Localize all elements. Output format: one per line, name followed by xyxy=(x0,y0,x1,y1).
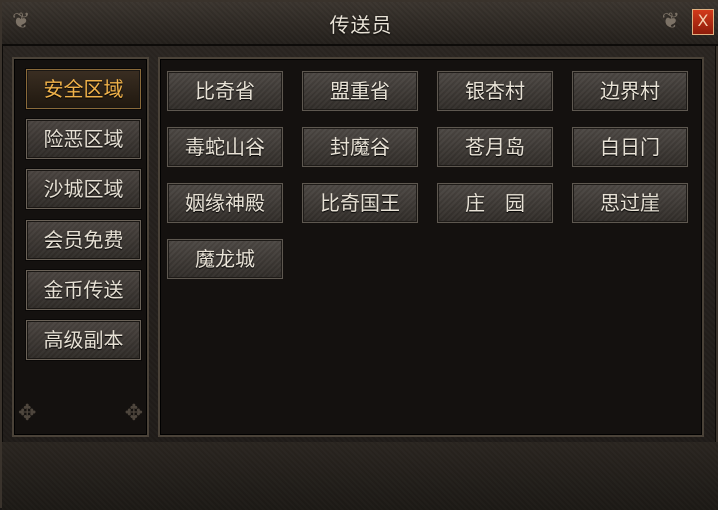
destination-label: 庄 园 xyxy=(465,191,525,215)
destination-label: 银杏村 xyxy=(465,79,525,103)
destination-label: 姻缘神殿 xyxy=(185,191,265,215)
corner-ornament-icon: ✥ xyxy=(124,401,143,426)
scroll-ornament-right-icon: ❦ xyxy=(661,9,680,34)
category-safe-zone-button[interactable]: 安全区域 xyxy=(26,69,141,109)
destination-label: 盟重省 xyxy=(330,79,390,103)
destination-button[interactable]: 盟重省 xyxy=(302,71,418,111)
category-label: 安全区域 xyxy=(43,77,124,101)
destination-label: 比奇国王 xyxy=(320,191,400,215)
destination-button[interactable]: 庄 园 xyxy=(437,183,553,223)
destination-button[interactable]: 毒蛇山谷 xyxy=(167,127,283,167)
destination-button[interactable]: 姻缘神殿 xyxy=(167,183,283,223)
category-label: 险恶区域 xyxy=(43,127,124,151)
category-sand-city-button[interactable]: 沙城区域 xyxy=(26,169,141,209)
destination-label: 毒蛇山谷 xyxy=(185,135,265,159)
corner-ornament-icon: ✥ xyxy=(18,401,37,426)
destination-label: 魔龙城 xyxy=(195,247,255,271)
teleporter-window: ❦ 传送员 ❦ X 安全区域 险恶区域 沙城区域 会员免费 金币传送 高级副本 … xyxy=(0,0,718,510)
destination-label: 比奇省 xyxy=(195,79,255,103)
destination-panel: 比奇省 盟重省 银杏村 边界村 毒蛇山谷 封魔谷 苍月岛 白日门 姻缘神殿 比奇… xyxy=(158,57,704,437)
title-bar[interactable]: ❦ 传送员 ❦ X xyxy=(2,2,718,46)
category-gold-teleport-button[interactable]: 金币传送 xyxy=(26,270,141,310)
category-advanced-dungeon-button[interactable]: 高级副本 xyxy=(26,320,141,360)
close-button[interactable]: X xyxy=(692,9,714,35)
category-member-free-button[interactable]: 会员免费 xyxy=(26,220,141,260)
destination-button[interactable]: 银杏村 xyxy=(437,71,553,111)
destination-button[interactable]: 白日门 xyxy=(572,127,688,167)
category-label: 高级副本 xyxy=(43,328,124,352)
destination-button[interactable]: 封魔谷 xyxy=(302,127,418,167)
bottom-frame xyxy=(2,442,718,510)
destination-label: 封魔谷 xyxy=(330,135,390,159)
category-panel: 安全区域 险恶区域 沙城区域 会员免费 金币传送 高级副本 ✥ ✥ xyxy=(12,57,149,437)
category-dangerous-zone-button[interactable]: 险恶区域 xyxy=(26,119,141,159)
destination-label: 白日门 xyxy=(600,135,660,159)
category-label: 会员免费 xyxy=(43,228,124,252)
destination-button[interactable]: 思过崖 xyxy=(572,183,688,223)
destination-label: 边界村 xyxy=(600,79,660,103)
close-icon: X xyxy=(697,11,709,30)
destination-button[interactable]: 比奇国王 xyxy=(302,183,418,223)
destination-button[interactable]: 魔龙城 xyxy=(167,239,283,279)
category-label: 沙城区域 xyxy=(43,177,124,201)
destination-button[interactable]: 比奇省 xyxy=(167,71,283,111)
destination-label: 思过崖 xyxy=(600,191,660,215)
destination-button[interactable]: 苍月岛 xyxy=(437,127,553,167)
destination-label: 苍月岛 xyxy=(465,135,525,159)
destination-button[interactable]: 边界村 xyxy=(572,71,688,111)
category-label: 金币传送 xyxy=(43,278,124,302)
